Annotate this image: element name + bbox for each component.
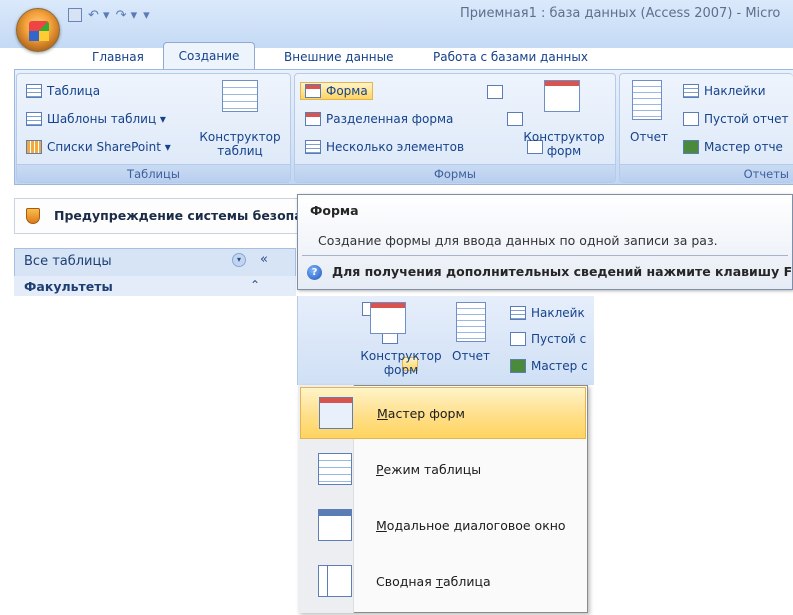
zoom-form-designer-button[interactable]: Конструктор форм: [359, 349, 443, 377]
labels-icon: [683, 84, 699, 98]
pivot-chart-icon[interactable]: [487, 85, 503, 99]
multiple-items-icon: [305, 140, 321, 154]
zoom-report-button[interactable]: Отчет: [449, 349, 493, 363]
zoom-blank-report-button[interactable]: Пустой с: [510, 332, 586, 346]
labels-button[interactable]: Наклейки: [683, 84, 766, 98]
office-logo-icon: [29, 21, 49, 41]
group-reports-label: Отчеты: [620, 164, 793, 182]
nav-collapse-icon[interactable]: «: [260, 252, 268, 267]
menu-item-datasheet[interactable]: Режим таблицы: [300, 444, 586, 496]
table-templates-icon: [26, 112, 42, 126]
form-designer-icon: [544, 80, 580, 112]
form-button[interactable]: Форма: [300, 82, 373, 100]
office-button[interactable]: [16, 8, 60, 52]
zoom-report-icon: [456, 302, 486, 342]
table-designer-button[interactable]: Конструктор таблиц: [198, 130, 282, 158]
menu-item-pivot-table[interactable]: Сводная таблица: [300, 556, 586, 608]
tab-home[interactable]: Главная: [92, 46, 144, 68]
tooltip-description: Создание формы для ввода данных по одной…: [318, 233, 718, 248]
help-icon: ?: [307, 265, 322, 280]
datasheet-icon: [318, 453, 352, 485]
group-forms-label: Формы: [295, 164, 615, 182]
security-warning-text: Предупреждение системы безопас: [54, 208, 311, 223]
modal-dialog-icon: [318, 509, 352, 541]
tab-create[interactable]: Создание: [163, 42, 255, 70]
menu-item-modal-dialog[interactable]: Модальное диалоговое окно: [300, 500, 586, 552]
save-icon[interactable]: [68, 8, 82, 22]
shield-icon: [26, 208, 40, 224]
table-templates-button[interactable]: Шаблоны таблиц ▾: [26, 112, 166, 126]
blank-form-icon[interactable]: [506, 112, 523, 126]
redo-icon[interactable]: ↷ ▾: [116, 8, 138, 23]
blank-report-icon: [683, 112, 699, 126]
report-wizard-button[interactable]: Мастер отче: [683, 140, 783, 154]
tooltip-help-text: Для получения дополнительных сведений на…: [332, 264, 793, 279]
zoom-labels-icon: [510, 306, 526, 320]
table-designer-icon: [222, 80, 258, 112]
split-form-button[interactable]: Разделенная форма: [305, 112, 453, 126]
nav-group-toggle-icon[interactable]: ⌃: [250, 278, 260, 292]
zoom-blank-report-icon: [510, 332, 526, 346]
nav-group-label: Факультеты: [24, 279, 113, 294]
multiple-items-button[interactable]: Несколько элементов: [305, 140, 464, 154]
tooltip-separator: [302, 255, 788, 256]
tab-database-tools[interactable]: Работа с базами данных: [433, 46, 588, 68]
split-form-icon: [305, 112, 321, 126]
blank-report-button[interactable]: Пустой отчет: [683, 112, 788, 126]
tab-external-data[interactable]: Внешние данные: [284, 46, 393, 68]
form-designer-button[interactable]: Конструктор форм: [522, 130, 606, 158]
pivot-table-icon: [318, 565, 352, 597]
zoom-report-wizard-icon: [510, 359, 526, 373]
table-button[interactable]: Таблица: [26, 84, 100, 98]
nav-pane-title[interactable]: Все таблицы: [24, 254, 112, 269]
customize-qat-icon[interactable]: ▾: [143, 8, 150, 23]
tooltip-title: Форма: [310, 203, 359, 218]
report-button[interactable]: Отчет: [627, 130, 671, 144]
form-icon: [305, 84, 321, 98]
window-title: Приемная1 : база данных (Access 2007) - …: [460, 6, 781, 21]
sharepoint-lists-button[interactable]: Списки SharePoint ▾: [26, 140, 171, 154]
report-icon: [632, 80, 662, 120]
quick-access-toolbar: ↶ ▾ ↷ ▾ ▾: [68, 4, 150, 26]
sharepoint-icon: [26, 140, 42, 154]
zoom-report-wizard-button[interactable]: Мастер с: [510, 359, 588, 373]
report-wizard-icon: [683, 140, 699, 154]
menu-item-form-wizard[interactable]: Мастер форм: [300, 387, 586, 439]
zoom-form-designer-icon: [370, 302, 406, 334]
form-wizard-icon: [319, 397, 353, 429]
nav-dropdown-icon[interactable]: ▾: [232, 253, 246, 267]
undo-icon[interactable]: ↶ ▾: [88, 8, 110, 23]
zoom-labels-button[interactable]: Наклейк: [510, 306, 585, 320]
table-icon: [26, 84, 42, 98]
group-tables-label: Таблицы: [17, 164, 290, 182]
